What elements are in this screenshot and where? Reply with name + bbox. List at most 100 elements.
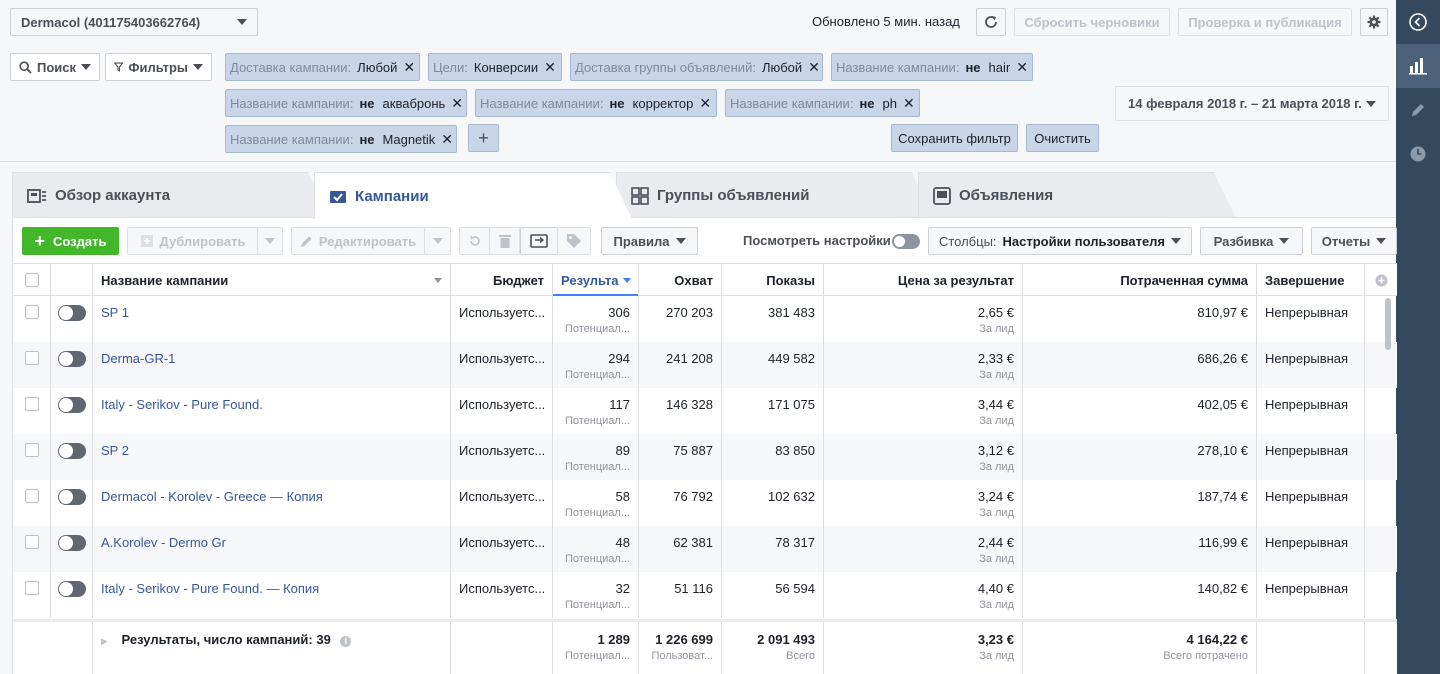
reports-button[interactable]: Отчеты — [1311, 227, 1397, 255]
column-header-end[interactable]: Завершение — [1257, 264, 1365, 296]
date-range-picker[interactable]: 14 февраля 2018 г. – 21 марта 2018 г. — [1115, 86, 1389, 121]
table-row[interactable]: Italy - Serikov - Pure Found. Используетс… — [13, 388, 1397, 434]
add-filter-button[interactable]: + — [468, 124, 499, 152]
chart-icon[interactable] — [1396, 44, 1440, 88]
collapse-icon[interactable] — [1396, 0, 1440, 44]
clear-filter-button[interactable]: Очистить — [1026, 124, 1099, 152]
row-checkbox[interactable] — [25, 397, 39, 411]
updated-status: Обновлено 5 мин. назад — [812, 14, 960, 29]
tag-button[interactable] — [557, 227, 591, 255]
campaign-name-link[interactable]: Derma-GR-1 — [101, 351, 442, 366]
account-selector[interactable]: Dermacol (401175403662764) — [10, 8, 258, 36]
cell-value: Используетс... — [459, 581, 546, 596]
pencil-icon[interactable] — [1396, 88, 1440, 132]
table-row[interactable]: Derma-GR-1 Используетс... 294 Потенциал... 2… — [13, 342, 1397, 388]
table-row[interactable]: Italy - Serikov - Pure Found. — Копия Исп… — [13, 572, 1397, 618]
columns-button[interactable]: Столбцы: Настройки пользователя — [928, 227, 1192, 255]
filter-chip[interactable]: Название кампании: не hair ✕ — [831, 53, 1033, 81]
column-header-amount-spent[interactable]: Потраченная сумма — [1023, 264, 1257, 296]
discard-drafts-button[interactable]: Сбросить черновики — [1014, 8, 1170, 36]
campaign-name-link[interactable]: Italy - Serikov - Pure Found. — Копия — [101, 581, 442, 596]
refresh-button[interactable] — [976, 8, 1006, 36]
rules-button[interactable]: Правила — [601, 227, 698, 255]
view-settings-toggle[interactable] — [892, 234, 920, 249]
campaign-name-link[interactable]: A.Korolev - Dermo Gr — [101, 535, 442, 550]
ab-test-button[interactable] — [520, 227, 558, 255]
filter-chip[interactable]: Название кампании: не ph ✕ — [725, 89, 920, 117]
campaign-name-link[interactable]: Dermacol - Korolev - Greece — Копия — [101, 489, 442, 504]
search-label: Поиск — [36, 59, 76, 75]
row-checkbox[interactable] — [25, 535, 39, 549]
column-header-impressions[interactable]: Показы — [722, 264, 824, 296]
edit-dropdown[interactable] — [424, 227, 451, 255]
duplicate-dropdown[interactable] — [257, 227, 283, 255]
campaign-name-link[interactable]: Italy - Serikov - Pure Found. — [101, 397, 442, 412]
clock-icon[interactable] — [1396, 132, 1440, 176]
row-checkbox[interactable] — [25, 305, 39, 319]
campaign-name-link[interactable]: SP 2 — [101, 443, 442, 458]
campaign-on-off-toggle[interactable] — [58, 305, 86, 321]
campaign-on-off-toggle[interactable] — [58, 397, 86, 413]
info-icon[interactable]: i — [340, 636, 352, 647]
filters-button[interactable]: Фильтры — [105, 53, 212, 81]
close-icon[interactable]: ✕ — [808, 59, 820, 76]
table-row[interactable]: SP 2 Используетс... 89 Потенциал... 75 887 83… — [13, 434, 1397, 480]
table-row[interactable]: SP 1 Используетс... 306 Потенциал... 270 203… — [13, 296, 1397, 342]
column-header-budget[interactable]: Бюджет — [451, 264, 553, 296]
review-publish-button[interactable]: Проверка и публикация — [1178, 8, 1352, 36]
duplicate-button[interactable]: Дублировать — [127, 227, 258, 255]
filter-chip[interactable]: Название кампании: не аквабронь ✕ — [225, 89, 467, 117]
row-checkbox[interactable] — [25, 581, 39, 595]
filter-chip[interactable]: Доставка кампании: Любой ✕ — [225, 53, 420, 81]
row-checkbox[interactable] — [25, 443, 39, 457]
create-button[interactable]: + Создать — [22, 227, 119, 255]
cell-end: Непрерывная — [1257, 572, 1365, 618]
campaign-on-off-toggle[interactable] — [58, 351, 86, 367]
table-row[interactable]: A.Korolev - Dermo Gr Используетс... 48 Поте… — [13, 526, 1397, 572]
filter-chip[interactable]: Доставка группы объявлений: Любой ✕ — [570, 53, 823, 81]
reports-label: Отчеты — [1321, 233, 1371, 249]
cell-name: SP 2 — [93, 434, 451, 480]
close-icon[interactable]: ✕ — [1016, 59, 1028, 76]
delete-button[interactable] — [489, 227, 520, 255]
filter-chip[interactable]: Название кампании: не Magnetik ✕ — [225, 125, 457, 153]
breakdown-button[interactable]: Разбивка — [1200, 227, 1303, 255]
tab-account-overview[interactable]: Обзор аккаунта — [12, 172, 330, 218]
edit-button[interactable]: Редактировать — [291, 227, 425, 255]
add-column-button[interactable] — [1365, 264, 1397, 296]
filter-chip[interactable]: Цели: Конверсии ✕ — [428, 53, 562, 81]
column-header-reach[interactable]: Охват — [639, 264, 722, 296]
campaign-on-off-toggle[interactable] — [58, 535, 86, 551]
cell-name: A.Korolev - Dermo Gr — [93, 526, 451, 572]
close-icon[interactable]: ✕ — [451, 95, 463, 112]
search-button[interactable]: Поиск — [10, 53, 100, 81]
campaign-on-off-toggle[interactable] — [58, 581, 86, 597]
close-icon[interactable]: ✕ — [544, 59, 556, 76]
tab-ad-sets[interactable]: Группы объявлений — [616, 172, 934, 218]
expand-icon[interactable]: ▶ — [101, 636, 108, 646]
revert-button[interactable] — [459, 227, 490, 255]
close-icon[interactable]: ✕ — [699, 95, 711, 112]
save-filter-button[interactable]: Сохранить фильтр — [891, 124, 1018, 152]
close-icon[interactable]: ✕ — [403, 59, 415, 76]
column-header-results[interactable]: Результа — [553, 264, 639, 296]
campaign-on-off-toggle[interactable] — [58, 443, 86, 459]
close-icon[interactable]: ✕ — [441, 131, 453, 148]
column-header-cost-per-result[interactable]: Цена за результат — [824, 264, 1023, 296]
campaign-name-link[interactable]: SP 1 — [101, 305, 442, 320]
tab-campaigns[interactable]: Кампании — [314, 172, 632, 219]
close-icon[interactable]: ✕ — [903, 95, 915, 112]
scrollbar[interactable] — [1385, 298, 1391, 350]
filter-chip[interactable]: Название кампании: не корректор ✕ — [475, 89, 717, 117]
column-header-name[interactable]: Название кампании — [93, 264, 451, 296]
settings-button[interactable] — [1360, 8, 1388, 36]
campaign-on-off-toggle[interactable] — [58, 489, 86, 505]
cell-value: 2,65 € — [977, 305, 1014, 320]
table-row[interactable]: Dermacol - Korolev - Greece — Копия Испол… — [13, 480, 1397, 526]
row-checkbox[interactable] — [25, 489, 39, 503]
row-checkbox[interactable] — [25, 351, 39, 365]
footer-impressions-sub: Всего — [786, 650, 815, 662]
row-select-cell — [13, 434, 51, 480]
select-all-checkbox[interactable] — [25, 273, 39, 287]
tab-ads[interactable]: Объявления — [918, 172, 1236, 218]
